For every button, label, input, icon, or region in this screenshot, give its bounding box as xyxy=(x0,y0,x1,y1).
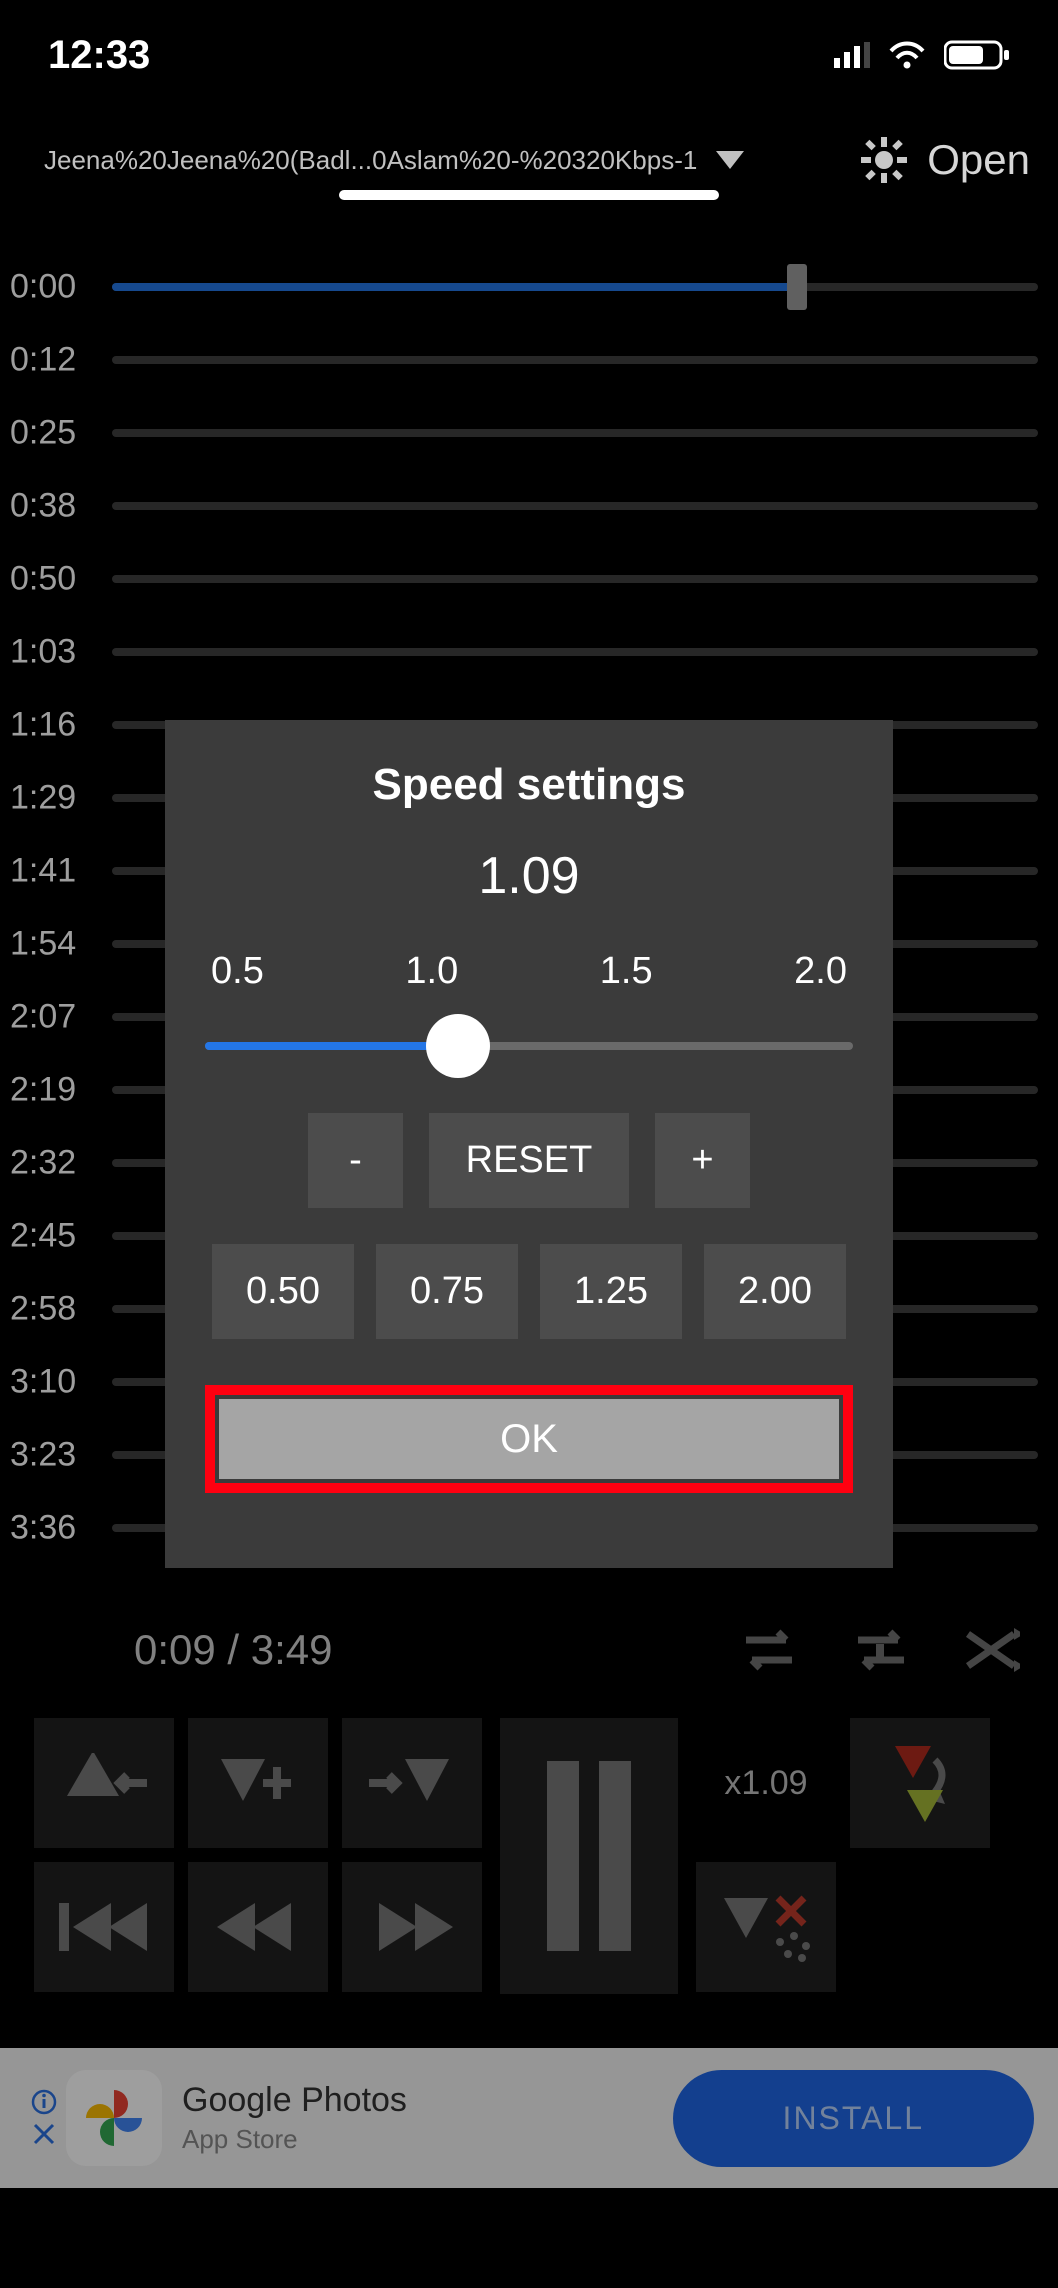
ad-close-icon[interactable] xyxy=(31,2121,57,2147)
timeline-time-label: 0:12 xyxy=(10,340,76,379)
tick-0: 0.5 xyxy=(211,950,264,993)
ad-app-icon[interactable] xyxy=(66,2070,162,2166)
timeline-time-label: 1:54 xyxy=(10,924,76,963)
playback-time: 0:09 / 3:49 xyxy=(34,1626,333,1674)
rewind-button[interactable] xyxy=(188,1862,328,1992)
timeline-time-label: 2:58 xyxy=(10,1289,76,1328)
file-name[interactable]: Jeena%20Jeena%20(Badl...0Aslam%20-%20320… xyxy=(44,145,697,176)
status-time: 12:33 xyxy=(48,33,150,78)
clear-marks-button[interactable] xyxy=(696,1862,836,1992)
timeline-row[interactable]: 0:12 xyxy=(0,323,1058,396)
timeline-time-label: 2:19 xyxy=(10,1070,76,1109)
speed-increment-button[interactable]: + xyxy=(655,1113,750,1208)
tick-3: 2.0 xyxy=(794,950,847,993)
mark-back-button[interactable] xyxy=(34,1718,174,1848)
tick-2: 1.5 xyxy=(600,950,653,993)
speed-indicator[interactable]: x1.09 xyxy=(696,1718,836,1848)
timeline-time-label: 3:36 xyxy=(10,1508,76,1547)
timeline-time-label: 1:29 xyxy=(10,778,76,817)
ab-swap-button[interactable] xyxy=(850,1718,990,1848)
open-link[interactable]: Open xyxy=(927,136,1030,184)
timeline-row[interactable]: 0:25 xyxy=(0,396,1058,469)
speed-preset-button[interactable]: 0.75 xyxy=(376,1244,518,1339)
repeat-one-icon[interactable] xyxy=(850,1624,912,1676)
ad-info-icon[interactable] xyxy=(31,2089,57,2115)
timeline-time-label: 2:07 xyxy=(10,997,76,1036)
timeline-row[interactable]: 1:03 xyxy=(0,615,1058,688)
slider-tick-labels: 0.5 1.0 1.5 2.0 xyxy=(205,950,853,993)
mark-add-button[interactable] xyxy=(188,1718,328,1848)
play-pause-button[interactable] xyxy=(500,1718,678,1994)
ad-subtitle: App Store xyxy=(182,2124,673,2155)
timeline-time-label: 1:16 xyxy=(10,705,76,744)
timeline-time-label: 0:38 xyxy=(10,486,76,525)
timeline-time-label: 0:25 xyxy=(10,413,76,452)
speed-decrement-button[interactable]: - xyxy=(308,1113,403,1208)
timeline-time-label: 1:03 xyxy=(10,632,76,671)
skip-prev-button[interactable] xyxy=(34,1862,174,1992)
battery-icon xyxy=(944,40,1010,70)
timeline-time-label: 1:41 xyxy=(10,851,76,890)
playback-controls: 0:09 / 3:49 xyxy=(0,1590,1058,2014)
timeline-time-label: 2:45 xyxy=(10,1216,76,1255)
preset-row: 0.500.751.252.00 xyxy=(205,1244,853,1339)
mark-forward-button[interactable] xyxy=(342,1718,482,1848)
timeline-time-label: 0:50 xyxy=(10,559,76,598)
forward-button[interactable] xyxy=(342,1862,482,1992)
ad-banner: Google Photos App Store INSTALL xyxy=(0,2048,1058,2188)
home-indicator[interactable] xyxy=(339,190,719,200)
speed-preset-button[interactable]: 2.00 xyxy=(704,1244,846,1339)
timeline-row[interactable]: 0:50 xyxy=(0,542,1058,615)
gear-icon[interactable] xyxy=(859,135,909,185)
ok-button[interactable]: OK xyxy=(219,1399,839,1479)
cellular-icon xyxy=(834,42,870,68)
wifi-icon xyxy=(888,41,926,69)
dropdown-icon[interactable] xyxy=(715,145,745,175)
timeline-time-label: 3:10 xyxy=(10,1362,76,1401)
timeline-row[interactable]: 0:00 xyxy=(0,250,1058,323)
shuffle-icon[interactable] xyxy=(962,1624,1020,1676)
ad-install-button[interactable]: INSTALL xyxy=(673,2070,1034,2167)
timeline-row[interactable]: 0:38 xyxy=(0,469,1058,542)
repeat-icon[interactable] xyxy=(738,1624,800,1676)
speed-slider[interactable] xyxy=(205,1021,853,1071)
dialog-title: Speed settings xyxy=(205,760,853,810)
timeline-time-label: 3:23 xyxy=(10,1435,76,1474)
speed-preset-button[interactable]: 0.50 xyxy=(212,1244,354,1339)
speed-value: 1.09 xyxy=(205,846,853,906)
speed-reset-button[interactable]: RESET xyxy=(429,1113,629,1208)
ad-title: Google Photos xyxy=(182,2081,673,2120)
speed-settings-dialog: Speed settings 1.09 0.5 1.0 1.5 2.0 - RE… xyxy=(165,720,893,1568)
timeline-time-label: 2:32 xyxy=(10,1143,76,1182)
speed-preset-button[interactable]: 1.25 xyxy=(540,1244,682,1339)
timeline-time-label: 0:00 xyxy=(10,267,76,306)
status-bar: 12:33 xyxy=(0,0,1058,110)
ok-highlight: OK xyxy=(205,1385,853,1493)
tick-1: 1.0 xyxy=(405,950,458,993)
status-indicators xyxy=(834,40,1010,70)
timeline-thumb[interactable] xyxy=(787,264,807,310)
